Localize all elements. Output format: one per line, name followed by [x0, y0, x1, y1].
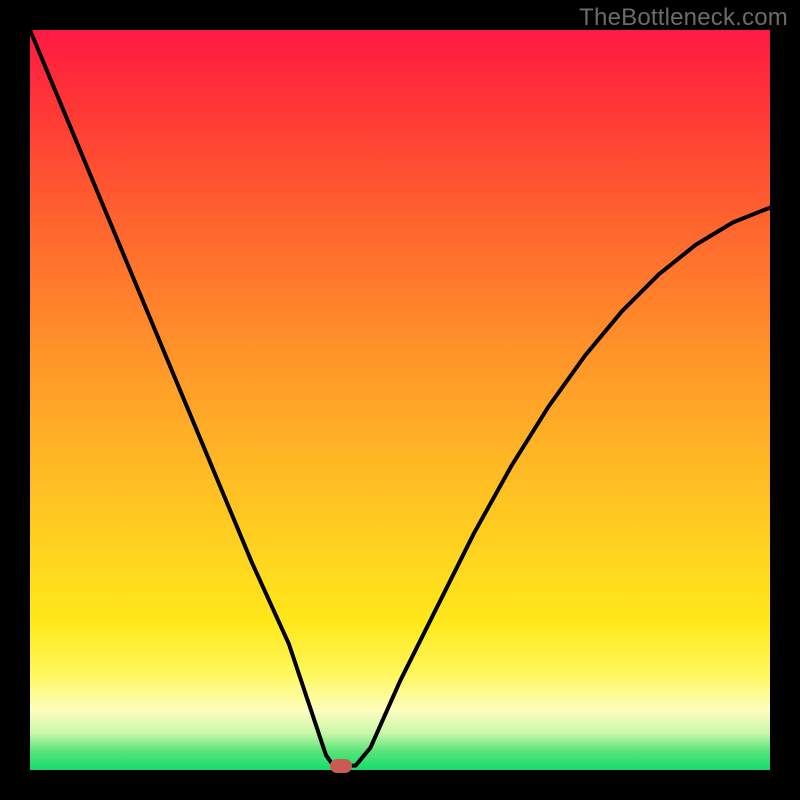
curve-path [30, 30, 770, 766]
bottleneck-curve [30, 30, 770, 770]
optimum-marker [330, 759, 352, 773]
watermark-text: TheBottleneck.com [579, 4, 788, 32]
chart-frame: TheBottleneck.com [0, 0, 800, 800]
plot-area [30, 30, 770, 770]
